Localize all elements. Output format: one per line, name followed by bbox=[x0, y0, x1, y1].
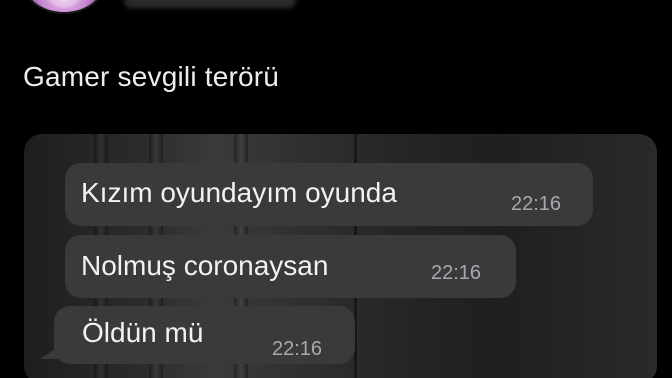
chat-message-text: Öldün mü bbox=[82, 317, 204, 348]
chat-message-text: Kızım oyundayım oyunda bbox=[81, 177, 397, 208]
tweet-text: Gamer sevgili terörü bbox=[23, 61, 280, 92]
avatar[interactable] bbox=[22, 0, 106, 14]
chat-message-time: 22:16 bbox=[431, 262, 482, 284]
username-blurred[interactable] bbox=[124, 0, 296, 8]
chat-bubble: Öldün mü 22:16 bbox=[54, 306, 355, 364]
chat-bubble: Kızım oyundayım oyunda 22:16 bbox=[65, 163, 593, 226]
chat-message-time: 22:16 bbox=[511, 193, 562, 215]
chat-bubble: Nolmuş coronaysan 22:16 bbox=[65, 235, 516, 298]
tweet-card: Gamer sevgili terörü Kızım oyundayım oyu… bbox=[0, 0, 672, 378]
chat-message-time: 22:16 bbox=[272, 338, 323, 360]
chat-message-text: Nolmuş coronaysan bbox=[81, 250, 329, 281]
